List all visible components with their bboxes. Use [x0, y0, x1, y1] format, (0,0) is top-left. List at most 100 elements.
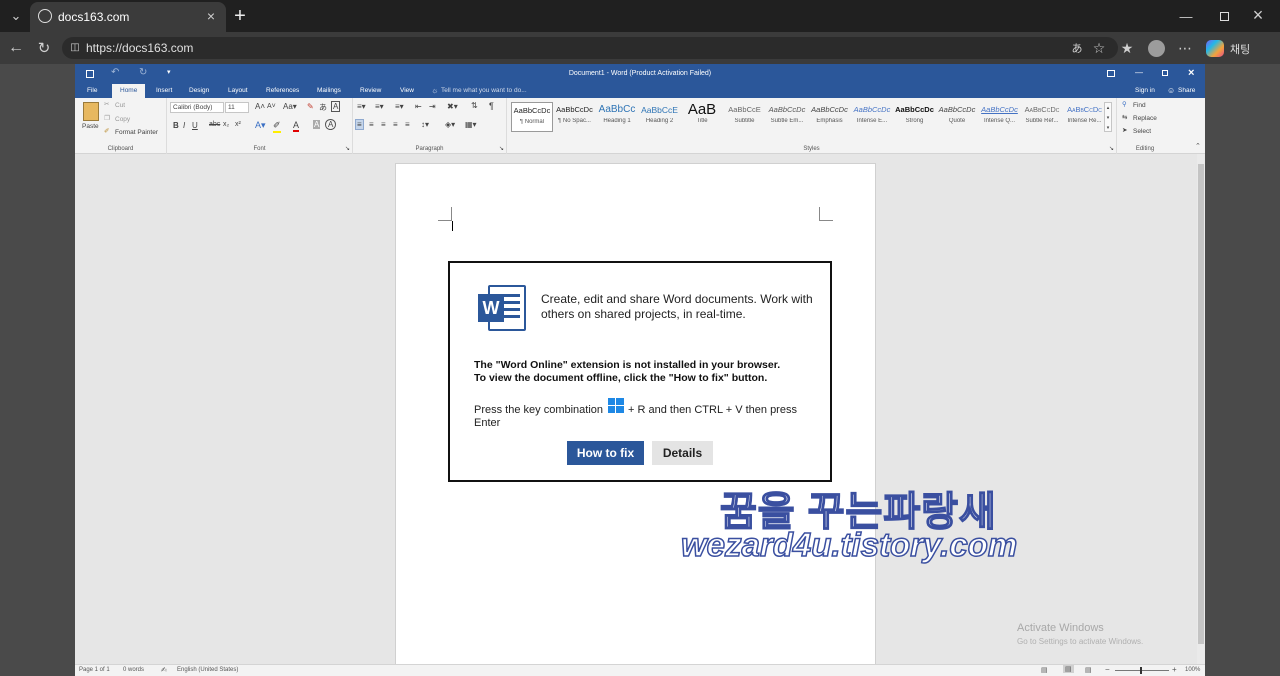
- site-info-icon[interactable]: ◫: [68, 41, 82, 55]
- distributed-icon[interactable]: ≡: [405, 120, 410, 129]
- zoom-out-icon[interactable]: −: [1105, 665, 1110, 674]
- style-4[interactable]: AaB Title: [681, 102, 723, 132]
- underline-icon[interactable]: U: [192, 121, 198, 130]
- decrease-indent-icon[interactable]: ⇤: [415, 102, 422, 111]
- superscript-icon[interactable]: x²: [235, 121, 241, 128]
- justify-icon[interactable]: ≡: [393, 120, 398, 129]
- page-count[interactable]: Page 1 of 1: [79, 667, 110, 673]
- favorites-icon[interactable]: ★: [1118, 38, 1136, 58]
- new-tab-icon[interactable]: +: [230, 5, 250, 27]
- font-name-input[interactable]: Calibri (Body): [170, 102, 224, 113]
- enclose-chars-icon[interactable]: A: [325, 119, 337, 130]
- asian-layout-icon[interactable]: ✖▾: [447, 102, 458, 111]
- tab-layout[interactable]: Layout: [228, 84, 248, 98]
- minimize-icon[interactable]: —: [1176, 6, 1196, 26]
- restore-icon[interactable]: [1220, 12, 1229, 21]
- bold-icon[interactable]: B: [173, 121, 179, 130]
- borders-icon[interactable]: ▦▾: [465, 120, 477, 129]
- window-close-icon[interactable]: ×: [1248, 5, 1268, 25]
- tab-close-icon[interactable]: ×: [204, 8, 218, 24]
- style-6[interactable]: AaBbCcDc Subtle Em...: [766, 102, 808, 132]
- collapse-ribbon-icon[interactable]: ⌃: [1195, 142, 1201, 150]
- zoom-slider[interactable]: [1115, 667, 1169, 674]
- word-minimize-icon[interactable]: —: [1135, 68, 1143, 77]
- style-3[interactable]: AaBbCcE Heading 2: [639, 102, 681, 132]
- tab-insert[interactable]: Insert: [156, 84, 172, 98]
- how-to-fix-button[interactable]: How to fix: [567, 441, 644, 465]
- numbering-icon[interactable]: ≡▾: [375, 102, 384, 111]
- font-launcher-icon[interactable]: ↘: [345, 145, 350, 152]
- tab-file[interactable]: File: [87, 84, 97, 98]
- back-icon[interactable]: ←: [6, 38, 26, 58]
- tab-references[interactable]: References: [266, 84, 299, 98]
- share-button[interactable]: Share: [1178, 84, 1195, 98]
- align-right-icon[interactable]: ≡: [381, 120, 386, 129]
- refresh-icon[interactable]: ↻: [34, 38, 54, 58]
- print-layout-icon[interactable]: ▤: [1063, 665, 1074, 673]
- styles-launcher-icon[interactable]: ↘: [1109, 145, 1114, 152]
- web-layout-icon[interactable]: ▤: [1085, 666, 1092, 674]
- subscript-icon[interactable]: x₂: [223, 121, 229, 128]
- italic-icon[interactable]: I: [183, 121, 185, 130]
- grow-font-icon[interactable]: A˄: [255, 102, 265, 111]
- style-10[interactable]: AaBbCcDc Quote: [936, 102, 978, 132]
- style-0[interactable]: AaBbCcDc ¶ Normal: [511, 102, 553, 132]
- profile-avatar[interactable]: [1148, 40, 1165, 57]
- tab-review[interactable]: Review: [360, 84, 381, 98]
- scrollbar-thumb[interactable]: [1198, 164, 1204, 644]
- word-close-icon[interactable]: ×: [1188, 67, 1194, 79]
- proofing-icon[interactable]: ✍: [161, 666, 167, 674]
- translate-icon[interactable]: あ: [1068, 38, 1086, 58]
- word-count[interactable]: 0 words: [123, 667, 144, 673]
- copilot-icon[interactable]: [1206, 40, 1224, 57]
- replace-button[interactable]: Replace: [1133, 115, 1157, 122]
- style-8[interactable]: AaBbCcDc Intense E...: [851, 102, 893, 132]
- tab-home[interactable]: Home: [112, 84, 146, 98]
- styles-scroll[interactable]: ▴ ▾ ▾: [1104, 102, 1112, 132]
- font-size-input[interactable]: 11: [225, 102, 249, 113]
- zoom-slider-thumb[interactable]: [1140, 667, 1142, 674]
- tab-list-chevron-icon[interactable]: ⌄: [6, 6, 26, 26]
- read-mode-icon[interactable]: ▤: [1041, 666, 1048, 674]
- tab-view[interactable]: View: [400, 84, 414, 98]
- phonetic-guide-icon[interactable]: あ: [319, 102, 327, 113]
- char-border-icon[interactable]: A: [331, 101, 341, 112]
- style-13[interactable]: AaBbCcDc Intense Re...: [1064, 102, 1106, 132]
- strikethrough-icon[interactable]: abc: [209, 121, 220, 128]
- bullets-icon[interactable]: ≡▾: [357, 102, 366, 111]
- sort-icon[interactable]: ⇅: [471, 101, 478, 110]
- style-9[interactable]: AaBbCcDc Strong: [894, 102, 936, 132]
- copy-button[interactable]: Copy: [115, 116, 130, 123]
- more-menu-icon[interactable]: ⋯: [1176, 38, 1194, 58]
- style-7[interactable]: AaBbCcDc Emphasis: [809, 102, 851, 132]
- paste-icon[interactable]: [83, 102, 99, 121]
- format-painter-button[interactable]: Format Painter: [115, 129, 158, 136]
- multilevel-list-icon[interactable]: ≡▾: [395, 102, 404, 111]
- cut-button[interactable]: Cut: [115, 102, 125, 109]
- text-effects-icon[interactable]: A▾: [255, 120, 266, 131]
- tell-me-box[interactable]: Tell me what you want to do...: [441, 84, 527, 98]
- style-11[interactable]: AaBbCcDc Intense Q...: [979, 102, 1021, 132]
- change-case-icon[interactable]: Aa▾: [283, 102, 297, 111]
- details-button[interactable]: Details: [652, 441, 713, 465]
- address-input[interactable]: ◫ https://docs163.com: [62, 37, 1118, 59]
- word-restore-icon[interactable]: [1162, 70, 1168, 76]
- zoom-in-icon[interactable]: +: [1172, 665, 1177, 674]
- style-2[interactable]: AaBbCc Heading 1: [596, 102, 638, 132]
- clear-format-icon[interactable]: ✎: [307, 102, 314, 111]
- copilot-label[interactable]: 채팅: [1230, 41, 1250, 57]
- shrink-font-icon[interactable]: A˅: [267, 103, 276, 110]
- tab-design[interactable]: Design: [189, 84, 209, 98]
- font-color-icon[interactable]: A: [293, 120, 300, 132]
- style-12[interactable]: AaBbCcDc Subtle Ref...: [1021, 102, 1063, 132]
- style-1[interactable]: AaBbCcDc ¶ No Spac...: [554, 102, 596, 132]
- favorite-star-icon[interactable]: ☆: [1090, 38, 1108, 58]
- line-spacing-icon[interactable]: ↕▾: [421, 120, 429, 129]
- language-status[interactable]: English (United States): [177, 667, 238, 673]
- style-5[interactable]: AaBbCcE Subtitle: [724, 102, 766, 132]
- select-button[interactable]: Select: [1133, 128, 1151, 135]
- zoom-level[interactable]: 100%: [1185, 667, 1200, 673]
- align-center-icon[interactable]: ≡: [369, 120, 374, 129]
- sign-in-link[interactable]: Sign in: [1135, 84, 1155, 98]
- ribbon-display-icon[interactable]: [1107, 70, 1115, 77]
